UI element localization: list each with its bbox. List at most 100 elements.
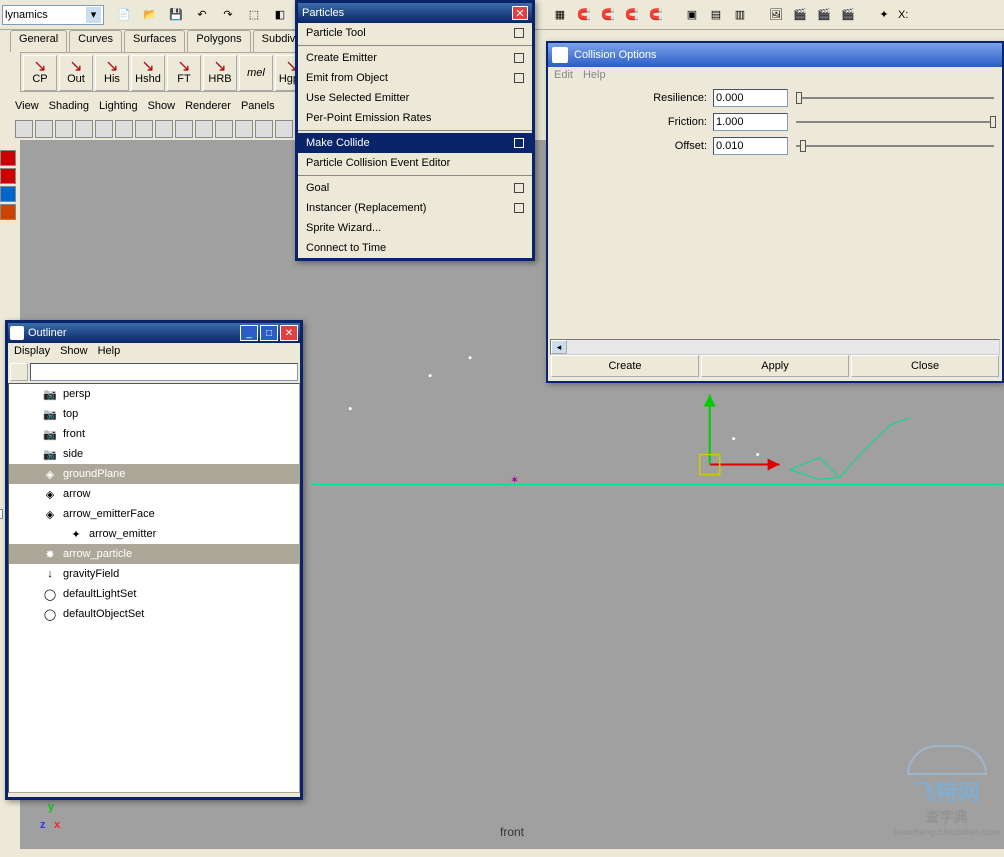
collision-menu-edit[interactable]: Edit — [554, 69, 573, 83]
collision-hscroll[interactable]: ◂ — [550, 339, 1000, 355]
outliner-search-input[interactable] — [30, 363, 298, 381]
magnet2-icon[interactable]: 🧲 — [598, 5, 618, 25]
outliner-item[interactable]: ✸arrow_particle — [9, 544, 299, 564]
option-box-icon[interactable] — [514, 138, 524, 148]
vp-icon-5[interactable] — [95, 120, 113, 138]
shelf-ft[interactable]: ↘FT — [167, 55, 201, 91]
left-tool-2[interactable] — [0, 168, 16, 184]
option-box-icon[interactable] — [514, 203, 524, 213]
collision-input[interactable] — [713, 113, 788, 131]
shelf-hrb[interactable]: ↘HRB — [203, 55, 237, 91]
vp-shading[interactable]: Shading — [49, 100, 89, 118]
collision-input[interactable] — [713, 89, 788, 107]
particles-menu-item[interactable]: Emit from Object — [298, 68, 532, 88]
maximize-icon[interactable]: □ — [260, 325, 278, 341]
vp-icon-7[interactable] — [135, 120, 153, 138]
left-tool-4[interactable] — [0, 204, 16, 220]
outliner-item[interactable]: ✦arrow_emitter — [9, 524, 299, 544]
collision-slider[interactable] — [796, 137, 994, 155]
particles-menu-title[interactable]: Particles ✕ — [298, 3, 532, 23]
magnet4-icon[interactable]: 🧲 — [646, 5, 666, 25]
outliner-item[interactable]: -◈arrow_emitterFace — [9, 504, 299, 524]
outliner-item[interactable]: ◯defaultObjectSet — [9, 604, 299, 624]
apply-button[interactable]: Apply — [701, 355, 849, 377]
option-box-icon[interactable] — [514, 183, 524, 193]
close-button[interactable]: Close — [851, 355, 999, 377]
outliner-item[interactable]: ◈groundPlane — [9, 464, 299, 484]
vp-icon-13[interactable] — [255, 120, 273, 138]
vp-icon-10[interactable] — [195, 120, 213, 138]
tab-general[interactable]: General — [10, 30, 67, 52]
vp-show[interactable]: Show — [148, 100, 176, 118]
option-box-icon[interactable] — [514, 28, 524, 38]
outliner-item[interactable]: 📷persp — [9, 384, 299, 404]
outliner-item[interactable]: 📷top — [9, 404, 299, 424]
outliner-item[interactable]: ◯defaultLightSet — [9, 584, 299, 604]
shelf-mel[interactable]: mel — [239, 55, 273, 91]
vp-icon-4[interactable] — [75, 120, 93, 138]
left-tool-3[interactable] — [0, 186, 16, 202]
outliner-item[interactable]: ◈arrow — [9, 484, 299, 504]
collision-menu-help[interactable]: Help — [583, 69, 606, 83]
layout1-icon[interactable]: ▣ — [682, 5, 702, 25]
outliner-item[interactable]: 📷front — [9, 424, 299, 444]
outliner-filter-icon[interactable] — [10, 363, 28, 381]
magnet-icon[interactable]: 🧲 — [574, 5, 594, 25]
left-tool-1[interactable] — [0, 150, 16, 166]
shelf-out[interactable]: ↘Out — [59, 55, 93, 91]
redo-icon[interactable]: ↷ — [218, 5, 238, 25]
clapper-icon[interactable]: 🎬 — [790, 5, 810, 25]
layout3-icon[interactable]: ▥ — [730, 5, 750, 25]
vp-icon-9[interactable] — [175, 120, 193, 138]
collision-title-bar[interactable]: ◕ Collision Options — [548, 43, 1002, 67]
magnet3-icon[interactable]: 🧲 — [622, 5, 642, 25]
file-open-icon[interactable]: 📂 — [140, 5, 160, 25]
vp-icon-11[interactable] — [215, 120, 233, 138]
shelf-hshd[interactable]: ↘Hshd — [131, 55, 165, 91]
vp-icon-1[interactable] — [15, 120, 33, 138]
select-icon[interactable]: ⬚ — [244, 5, 264, 25]
shelf-his[interactable]: ↘His — [95, 55, 129, 91]
outliner-tree[interactable]: 📷persp📷top📷front📷side◈groundPlane◈arrow-… — [8, 383, 300, 793]
vp-lighting[interactable]: Lighting — [99, 100, 138, 118]
particles-menu-item[interactable]: Make Collide — [298, 133, 532, 153]
vp-icon-14[interactable] — [275, 120, 293, 138]
particles-menu-item[interactable]: Goal — [298, 178, 532, 198]
vp-icon-8[interactable] — [155, 120, 173, 138]
create-button[interactable]: Create — [551, 355, 699, 377]
snap-grid-icon[interactable]: ▦ — [550, 5, 570, 25]
particles-menu-item[interactable]: Connect to Time — [298, 238, 532, 258]
scroll-left-icon[interactable]: ◂ — [551, 340, 567, 354]
particles-menu-item[interactable]: Use Selected Emitter — [298, 88, 532, 108]
vp-icon-12[interactable] — [235, 120, 253, 138]
outliner-item[interactable]: ↓gravityField — [9, 564, 299, 584]
option-box-icon[interactable] — [514, 73, 524, 83]
particles-menu-item[interactable]: Sprite Wizard... — [298, 218, 532, 238]
vp-renderer[interactable]: Renderer — [185, 100, 231, 118]
clapper2-icon[interactable]: 🎬 — [814, 5, 834, 25]
undo-icon[interactable]: ↶ — [192, 5, 212, 25]
particles-menu-item[interactable]: Particle Collision Event Editor — [298, 153, 532, 173]
vp-view[interactable]: View — [15, 100, 39, 118]
particles-menu-item[interactable]: Per-Point Emission Rates — [298, 108, 532, 128]
clapper3-icon[interactable]: 🎬 — [838, 5, 858, 25]
snap-icon[interactable]: ◧ — [270, 5, 290, 25]
shelf-cp[interactable]: ↘CP — [23, 55, 57, 91]
vp-icon-6[interactable] — [115, 120, 133, 138]
close-icon[interactable]: ✕ — [512, 6, 528, 20]
particles-menu-item[interactable]: Instancer (Replacement) — [298, 198, 532, 218]
tab-surfaces[interactable]: Surfaces — [124, 30, 185, 52]
collision-input[interactable] — [713, 137, 788, 155]
tab-polygons[interactable]: Polygons — [187, 30, 250, 52]
mode-dropdown[interactable]: lynamics ▾ — [2, 5, 104, 25]
outliner-title-bar[interactable]: ◕ Outliner _ □ ✕ — [8, 323, 300, 343]
outliner-menu-show[interactable]: Show — [60, 345, 88, 359]
vp-icon-2[interactable] — [35, 120, 53, 138]
outliner-menu-help[interactable]: Help — [98, 345, 121, 359]
particles-menu-item[interactable]: Particle Tool — [298, 23, 532, 43]
axis-icon[interactable]: ✦ — [874, 5, 894, 25]
layout2-icon[interactable]: ▤ — [706, 5, 726, 25]
outliner-item[interactable]: 📷side — [9, 444, 299, 464]
particles-menu-item[interactable]: Create Emitter — [298, 48, 532, 68]
vp-icon-3[interactable] — [55, 120, 73, 138]
